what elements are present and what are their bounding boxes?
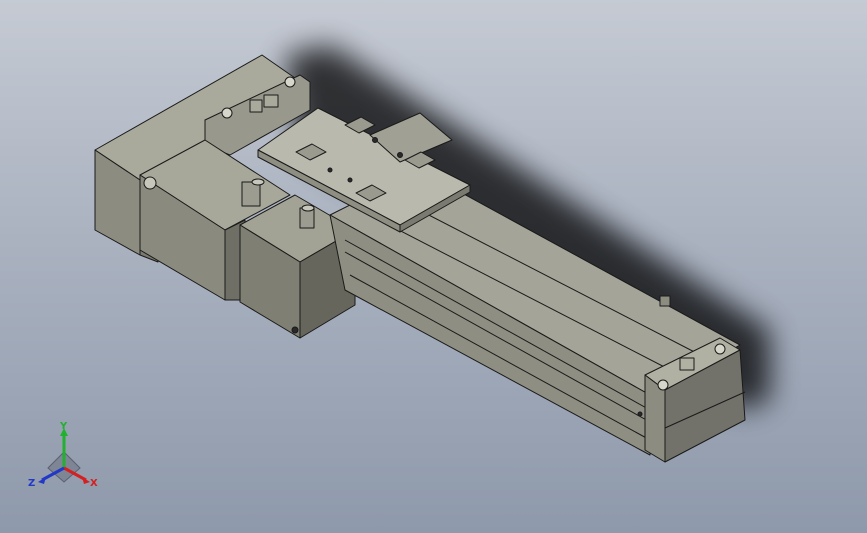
clamp-block [263,94,279,108]
bolt-hole [372,137,378,143]
triad-x-label: X [90,478,98,489]
motor-stud-cap [301,204,315,212]
triad-z-label: Z [28,478,35,489]
3d-viewport[interactable]: Y X Z [0,0,867,533]
bolt-hole [291,326,299,334]
motor-stud [241,181,261,207]
triad-x-arrow [82,477,90,484]
bolt-hole [657,379,669,391]
cad-model-scene[interactable]: Y X Z [0,0,867,533]
axis-triad: Y X Z [28,421,98,489]
clamp-block [249,99,263,113]
triad-y-label: Y [59,421,68,432]
motor-boss [143,176,157,190]
bolt-hole [397,152,403,158]
end-clamp [679,357,695,371]
motor-stud-cap [251,178,265,186]
bolt-hole [221,107,233,119]
bolt-hole [637,411,643,417]
triad-z-arrow [38,477,46,484]
bolt-hole [327,167,333,173]
bolt-hole [284,76,296,88]
end-stop [659,295,671,307]
bolt-hole [714,343,726,355]
bolt-hole [347,177,353,183]
